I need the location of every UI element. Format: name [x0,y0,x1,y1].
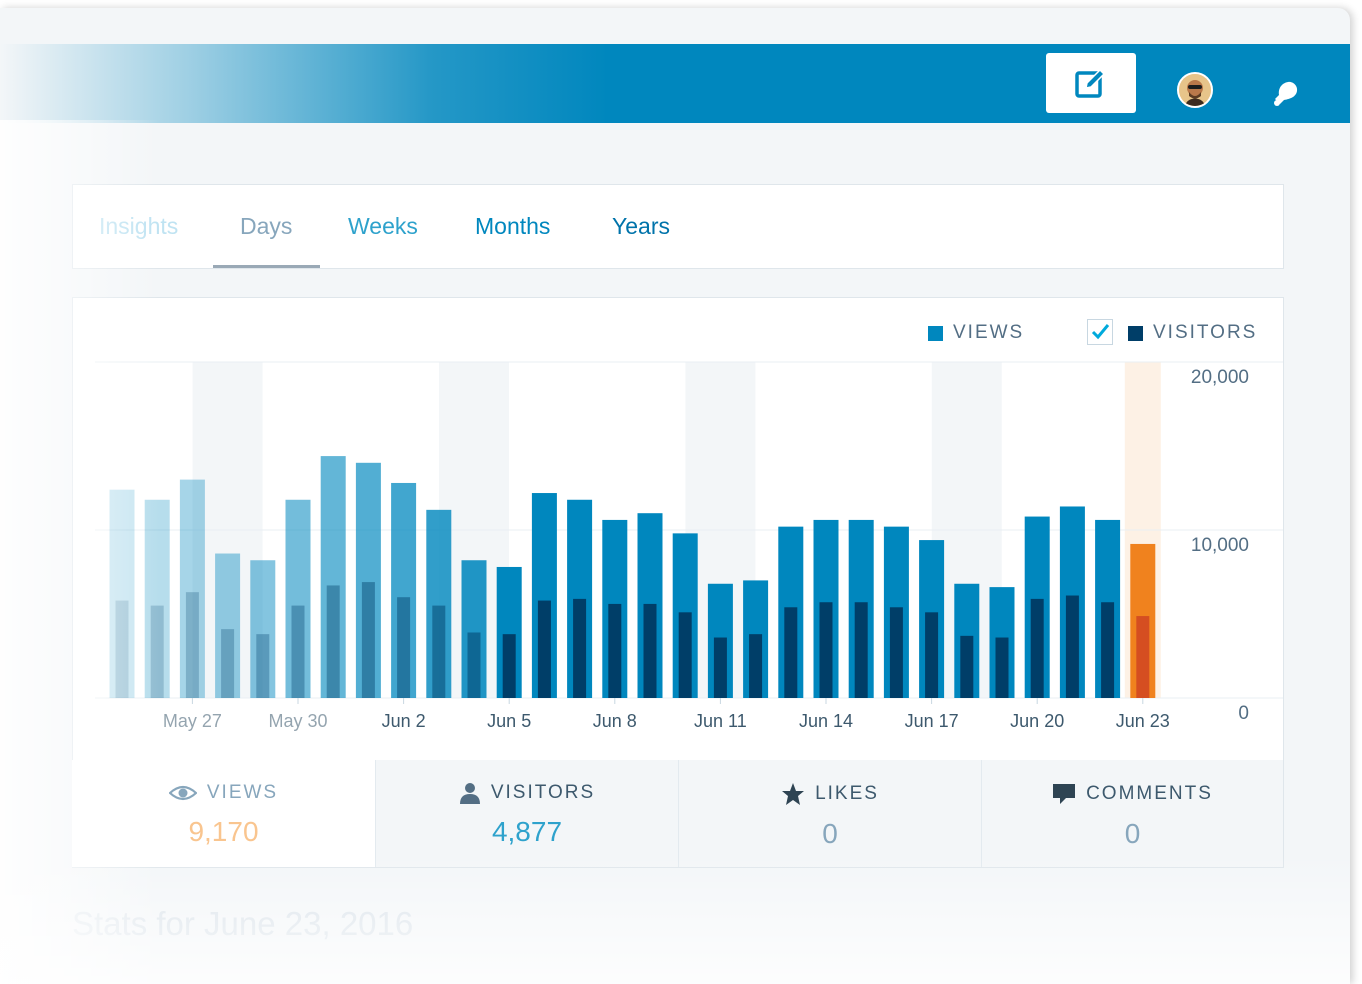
visitors-bar [819,602,833,698]
visitors-bar [326,585,340,698]
visitors-bar [713,637,727,698]
visitors-bar [432,605,446,698]
visitors-bar [221,629,235,698]
visitors-bar [995,637,1009,698]
visitors-bar [889,607,903,698]
x-tick-label: Jun 17 [905,711,959,731]
visitors-bar [643,603,657,698]
visitors-bar [1030,598,1044,698]
summary-views-label: VIEWS [206,782,279,803]
summary-visitors-label: VISITORS [490,782,596,803]
visitors-bar [784,607,798,698]
visitors-bar [1065,595,1079,698]
x-tick-label: May 27 [163,711,222,731]
y-tick-label: 10,000 [1191,535,1249,556]
visitors-bar [960,635,974,698]
x-tick-label: Jun 14 [799,711,853,731]
visitors-bar [115,600,129,698]
summary-likes-label: LIKES [815,783,879,804]
summary-views[interactable]: VIEWS 9,170 [72,760,375,867]
y-tick-label: 0 [1238,703,1249,724]
visitors-bar [361,582,375,698]
x-tick-label: Jun 20 [1010,711,1064,731]
y-tick-label: 20,000 [1191,367,1249,388]
eye-icon [168,785,197,801]
visitors-bar [573,598,587,698]
visitors-bar [925,612,939,698]
summary-likes[interactable]: LIKES 0 [678,760,981,867]
comment-icon [1053,784,1076,804]
person-icon [459,783,480,804]
visitors-bar [1101,602,1115,698]
visitors-bar [150,605,164,698]
visitors-bar [749,634,763,698]
summary-visitors[interactable]: VISITORS 4,877 [375,760,678,867]
visitors-bar [502,634,516,698]
visitors-bar [608,603,622,698]
summary-comments-value: 0 [1124,818,1141,849]
visitors-bar [537,600,551,698]
visitors-bar [467,632,481,698]
visitors-bar [291,605,305,698]
summary-views-value: 9,170 [188,816,259,847]
star-icon [782,783,805,805]
visitors-bar [256,634,270,698]
visitors-bar [397,597,411,698]
x-tick-label: Jun 23 [1116,711,1170,731]
x-tick-label: Jun 8 [593,711,637,731]
visitors-bar [854,602,868,698]
x-tick-label: Jun 2 [382,711,426,731]
summary-comments[interactable]: COMMENTS 0 [981,760,1284,867]
x-tick-label: May 30 [268,711,327,731]
summary-visitors-value: 4,877 [491,816,563,847]
summary-likes-value: 0 [822,818,838,849]
visitors-bar [185,592,199,698]
stats-date-title: Stats for June 23, 2016 [72,905,414,942]
visitors-bar [678,612,692,698]
x-tick-label: Jun 5 [487,711,531,731]
visitors-bar [1136,616,1150,698]
x-tick-label: Jun 11 [694,711,747,731]
summary-comments-label: COMMENTS [1086,783,1213,804]
